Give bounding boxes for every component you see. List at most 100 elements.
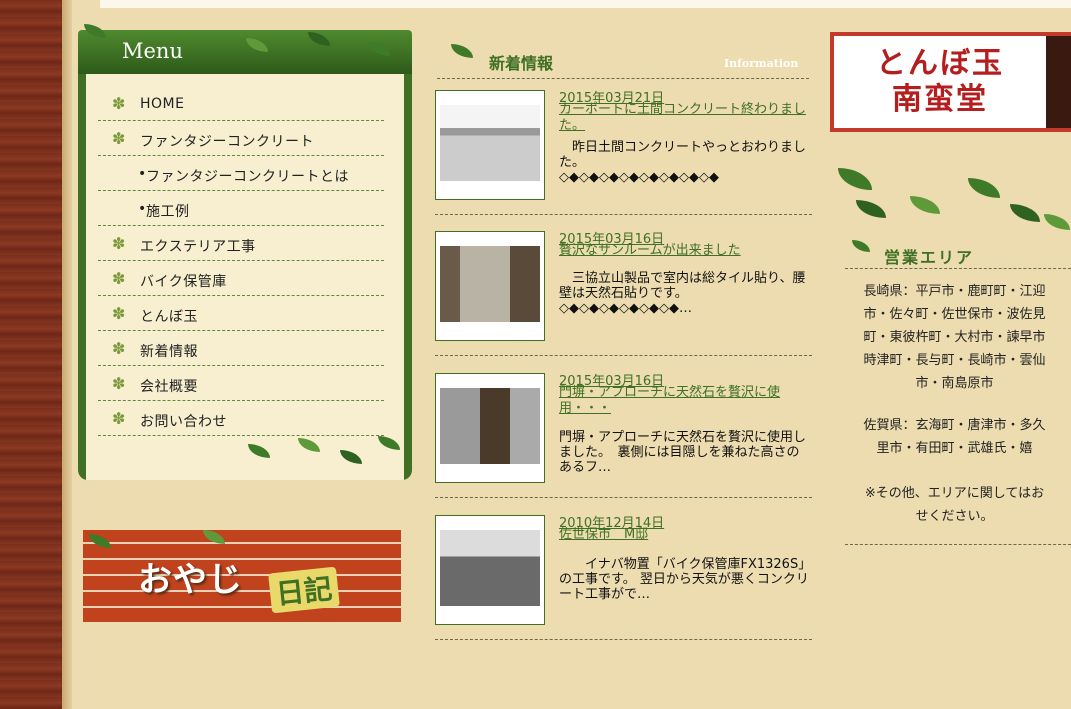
- menu-item-label: バイク保管庫: [140, 274, 227, 290]
- menu-item-label: とんぼ玉: [140, 309, 198, 325]
- menu-item[interactable]: ✽ ファンタジーコンクリート: [98, 121, 384, 156]
- news-header: 新着情報 Information: [437, 38, 809, 79]
- star-icon: ✽: [112, 304, 126, 323]
- area-text-line: 長崎県：平戸市・鹿町町・江迎: [863, 284, 1046, 299]
- news-photo: [440, 246, 540, 322]
- menu-item[interactable]: ✽ 新着情報: [98, 331, 384, 366]
- leaf-icon: [451, 44, 473, 58]
- leaf-icon: [308, 32, 330, 46]
- shop-banner-panel: とんぼ玉 南蛮堂: [834, 36, 1046, 128]
- leaf-icon: [368, 42, 390, 56]
- news-thumbnail[interactable]: [435, 373, 545, 483]
- news-item: 2015年03月16日 門塀・アプローチに天然石を贅沢に使用・・・ 門塀・アプローチ…: [435, 373, 812, 498]
- news-excerpt-text: 昨日土間コンクリートやっとおわりました。: [559, 140, 807, 170]
- leaf-icon: [968, 178, 1000, 198]
- menu-title: Menu: [122, 39, 183, 63]
- leaf-icon: [248, 444, 270, 458]
- shop-photo: [1046, 36, 1071, 128]
- diary-banner-sub: 日記: [268, 566, 340, 614]
- wood-border: [0, 0, 62, 709]
- leaf-icon: [1010, 204, 1040, 222]
- news-excerpt-text: 門塀・アプローチに天然石を贅沢に使用しました。 裏側には目隠しを兼ねた高さのある…: [559, 430, 807, 475]
- menu-item-label: お問い合わせ: [140, 414, 227, 430]
- leaf-icon: [378, 436, 400, 450]
- area-text-line: ※その他、エリアに関してはお: [864, 486, 1045, 501]
- menu-item-label: ファンタジーコンクリート: [140, 134, 314, 150]
- wood-edge: [62, 0, 72, 709]
- area-text-line: 佐賀県：玄海町・唐津市・多久: [863, 418, 1046, 433]
- news-excerpt-marks: ◇◆◇◆◇◆◇◆◇◆◇◆◇◆◇◆: [559, 170, 719, 185]
- divider: [845, 268, 1071, 269]
- news-title-link[interactable]: 贅沢なサンルームが出来ました: [559, 243, 809, 259]
- star-icon: ✽: [112, 374, 126, 393]
- menu-item[interactable]: • 施工例: [98, 191, 384, 226]
- news-item: 2010年12月14日 佐世保市 M邸 イナバ物置「バイク保管庫FX1326S」の…: [435, 515, 812, 640]
- menu-leaves: [78, 430, 412, 480]
- menu-item[interactable]: ✽ HOME: [98, 86, 384, 121]
- star-icon: ✽: [112, 269, 126, 288]
- news-thumbnail[interactable]: [435, 231, 545, 341]
- leaf-icon: [89, 534, 111, 548]
- leaf-icon: [838, 168, 872, 190]
- news-item: 2015年03月16日 贅沢なサンルームが出来ました 三協立山製品で室内は総タイル…: [435, 231, 812, 356]
- news-thumbnail[interactable]: [435, 515, 545, 625]
- leaf-icon: [203, 530, 225, 544]
- menu-header: Menu: [78, 24, 412, 74]
- news-excerpt: 門塀・アプローチに天然石を贅沢に使用しました。 裏側には目隠しを兼ねた高さのある…: [559, 430, 811, 475]
- area-text-line: 市・南島原市: [915, 376, 994, 391]
- menu-item-label: 新着情報: [140, 344, 198, 360]
- star-icon: ✽: [112, 409, 126, 428]
- news-excerpt-text: イナバ物置「バイク保管庫FX1326S」の工事です。 翌日から天気が悪くコンクリ…: [559, 557, 809, 602]
- star-icon: ✽: [112, 234, 126, 253]
- menu-item[interactable]: ✽ エクステリア工事: [98, 226, 384, 261]
- news-title-link[interactable]: 門塀・アプローチに天然石を贅沢に使用・・・: [559, 385, 809, 417]
- area-text-line: 市・佐々町・佐世保市・波佐見: [863, 307, 1046, 322]
- area-note: ※その他、エリアに関してはお せください。: [838, 482, 1071, 528]
- news-title: 新着情報: [489, 54, 554, 73]
- menu-body: ✽ HOME ✽ ファンタジーコンクリート • ファンタジーコンクリートとは • 施工例 ✽ エク…: [78, 74, 412, 480]
- menu-item-label: HOME: [140, 96, 185, 112]
- shop-banner-text: とんぼ玉 南蛮堂: [840, 46, 1040, 118]
- area-text-line: せください。: [915, 509, 994, 524]
- news-photo: [440, 105, 540, 181]
- news-excerpt-marks: ◇◆◇◆◇◆◇◆◇◆◇◆…: [559, 301, 692, 316]
- leaf-icon: [910, 196, 940, 214]
- star-icon: ✽: [112, 129, 126, 148]
- divider: [845, 544, 1071, 545]
- news-subtitle: Information: [724, 57, 799, 70]
- news-title-link[interactable]: カーポートに土間コンクリート終わりました。: [559, 102, 809, 134]
- news-title-link[interactable]: 佐世保市 M邸: [559, 527, 809, 543]
- menu-item[interactable]: ✽ とんぼ玉: [98, 296, 384, 331]
- news-photo: [440, 388, 540, 464]
- area-text-line: 町・東彼杵町・大村市・諫早市: [863, 330, 1046, 345]
- menu-item[interactable]: ✽ 会社概要: [98, 366, 384, 401]
- menu-item-label: 会社概要: [140, 379, 198, 395]
- news-excerpt: 三協立山製品で室内は総タイル貼り、腰壁は天然石貼りです。 ◇◆◇◆◇◆◇◆◇◆◇◆…: [559, 271, 811, 316]
- leaf-icon: [298, 438, 320, 452]
- news-excerpt-text: 三協立山製品で室内は総タイル貼り、腰壁は天然石貼りです。: [559, 271, 806, 301]
- news-thumbnail[interactable]: [435, 90, 545, 200]
- area-text-line: 里市・有田町・武雄氏・嬉: [876, 441, 1033, 456]
- menu-item[interactable]: ✽ バイク保管庫: [98, 261, 384, 296]
- menu-item-label: 施工例: [146, 204, 190, 220]
- menu-item[interactable]: • ファンタジーコンクリートとは: [98, 156, 384, 191]
- leaf-icon: [852, 240, 870, 252]
- shop-banner[interactable]: とんぼ玉 南蛮堂: [830, 32, 1071, 132]
- leaf-icon: [340, 450, 362, 464]
- area-nagasaki: 長崎県：平戸市・鹿町町・江迎 市・佐々町・佐世保市・波佐見 町・東彼杵町・大村市・諫…: [838, 280, 1071, 395]
- star-icon: ✽: [112, 94, 126, 113]
- news-photo: [440, 530, 540, 606]
- menu-item-label: ファンタジーコンクリートとは: [146, 169, 349, 185]
- leaf-icon: [856, 200, 886, 218]
- news-excerpt: イナバ物置「バイク保管庫FX1326S」の工事です。 翌日から天気が悪くコンクリ…: [559, 557, 811, 602]
- news-item: 2015年03月21日 カーポートに土間コンクリート終わりました。 昨日土間コンク…: [435, 90, 812, 215]
- shop-name-line1: とんぼ玉: [876, 46, 1004, 81]
- menu-item-label: エクステリア工事: [140, 239, 256, 255]
- top-bar: [100, 0, 1071, 8]
- shop-name-line2: 南蛮堂: [892, 82, 988, 117]
- star-icon: ✽: [112, 339, 126, 358]
- diary-banner[interactable]: おやじ 日記: [83, 530, 401, 622]
- leaf-icon: [84, 24, 106, 38]
- leaf-icon: [1044, 214, 1070, 230]
- area-text-line: 時津町・長与町・長崎市・雲仙: [863, 353, 1046, 368]
